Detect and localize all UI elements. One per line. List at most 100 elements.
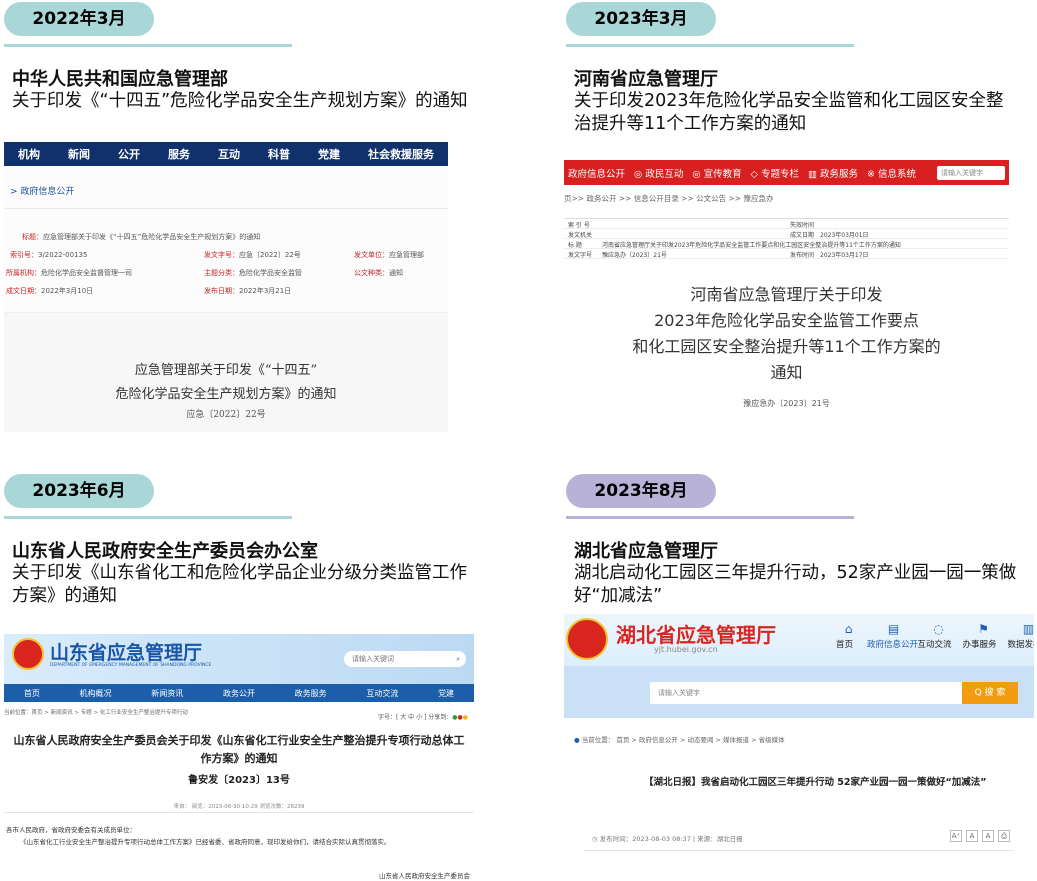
search-input[interactable]: 请输入关键字 xyxy=(650,682,962,704)
search-input[interactable]: 请输入关键字 xyxy=(937,166,1005,180)
site-english-name: DEPARTMENT OF EMERGENCY MANAGEMENT OF SH… xyxy=(50,663,212,668)
screenshot-shandong: 山东省应急管理厅 DEPARTMENT OF EMERGENCY MANAGEM… xyxy=(4,634,474,881)
font-increase-button[interactable]: A⁺ xyxy=(950,830,962,842)
nav-item[interactable]: ◇ 专题专栏 xyxy=(751,166,799,180)
clock-icon: ◷ xyxy=(592,835,598,843)
doc-heading-line: 通知 xyxy=(770,363,803,382)
nav-item[interactable]: ◎ 宣传教育 xyxy=(692,166,741,180)
font-size-share-tools[interactable]: 字号：[ 大 中 小 ] 分享到：●●● xyxy=(378,712,468,721)
top-nav: 机构 新闻 公开 服务 互动 科普 党建 社会救援服务 xyxy=(4,142,448,166)
paragraph: 《山东省化工行业安全生产整治提升专项行动总体工作方案》已经省委、省政府同意，现印… xyxy=(20,838,391,846)
site-name: 山东省应急管理厅 xyxy=(50,642,203,664)
national-emblem-icon xyxy=(566,618,608,660)
nav-item-gov-info[interactable]: ▤ 政府信息公开 xyxy=(867,620,918,650)
nav-item[interactable]: 社会救援服务 xyxy=(368,146,434,162)
nav-item-interaction[interactable]: ◌ 互动交流 xyxy=(916,620,961,650)
document-title: 关于印发《“十四五”危险化学品安全生产规划方案》的通知 xyxy=(12,91,468,111)
article-meta: ◷ 发布时间：2023-08-03 08:37 | 来源：湖北日报 xyxy=(592,835,743,843)
divider xyxy=(4,812,474,813)
meta-dept: 所属机构：危险化学品安全监督管理一司 xyxy=(6,269,132,277)
site-header: 山东省应急管理厅 DEPARTMENT OF EMERGENCY MANAGEM… xyxy=(4,634,474,684)
nav-item-services[interactable]: ⚑ 办事服务 xyxy=(961,620,1006,650)
nav-item[interactable]: 政务服务 xyxy=(295,688,327,699)
meta-issuer: 发文单位：应急管理部 xyxy=(354,251,424,259)
breadcrumb[interactable]: 页>> 政务公开 >> 信息公开目录 >> 公文公告 >> 豫应急办 xyxy=(564,193,773,204)
doc-heading-line1: 应急管理部关于印发《“十四五” xyxy=(134,363,318,378)
meta-published: 发布日期：2022年3月21日 xyxy=(204,287,292,295)
table-row: 发文字号 豫应急办〔2023〕21号 发布时间 2023年03月17日 xyxy=(564,249,1009,259)
breadcrumb[interactable]: 当前位置：首页 > 新闻资讯 > 专题 > 化工行业安全生产整治提升专项行动 xyxy=(4,708,188,716)
divider xyxy=(584,850,1014,851)
meta-created: 成文日期：2022年3月10日 xyxy=(6,287,94,295)
document-title: 关于印发《山东省化工和危险化学品企业分级分类监管工作方案》的通知 xyxy=(12,563,467,606)
doc-heading-line2: 危险化学品安全生产规划方案》的通知 xyxy=(115,387,337,402)
chat-icon: ◌ xyxy=(933,622,944,636)
doc-heading-line: 和化工园区安全整治提升等11个工作方案的 xyxy=(632,337,941,356)
organization-name: 山东省人民政府安全生产委员会办公室 xyxy=(12,541,318,562)
search-input[interactable]: 请输入关键词 ⌕ xyxy=(344,651,466,667)
table-row: 发文机关 成文日期 2023年03月01日 xyxy=(564,229,1009,239)
font-decrease-button[interactable]: A xyxy=(982,830,994,842)
breadcrumb[interactable]: ● 当前位置： 首页 > 政府信息公开 > 动态要闻 > 媒体报道 > 省级媒体 xyxy=(574,734,785,744)
nav-item[interactable]: 科普 xyxy=(268,146,290,162)
organization-name: 湖北省应急管理厅 xyxy=(574,541,718,562)
meta-doc-no: 发文字号：应急〔2022〕22号 xyxy=(204,251,301,259)
nav-item[interactable]: 互动 xyxy=(218,146,240,162)
nav-item[interactable]: ※ 信息系统 xyxy=(867,166,916,180)
nav-item[interactable]: 党建 xyxy=(318,146,340,162)
search-button[interactable]: Q 搜 索 xyxy=(962,682,1018,704)
document-icon: ▤ xyxy=(887,622,900,636)
divider xyxy=(4,516,292,519)
doc-number: 豫应急办〔2023〕21号 xyxy=(743,399,830,408)
site-name: 湖北省应急管理厅 xyxy=(616,623,776,647)
site-header: 湖北省应急管理厅 yjt.hubei.gov.cn ⌂ 首页 ▤ 政府信息公开 ◌ 互… xyxy=(564,614,1034,666)
signature: 山东省人民政府安全生产委员会 xyxy=(379,872,470,880)
breadcrumb[interactable]: > 政府信息公开 xyxy=(10,184,74,197)
divider xyxy=(4,44,292,47)
screenshot-mem: 机构 新闻 公开 服务 互动 科普 党建 社会救援服务 > 政府信息公开 标题：… xyxy=(4,142,448,432)
nav-item[interactable]: 公开 xyxy=(118,146,140,162)
screenshot-hubei: 湖北省应急管理厅 yjt.hubei.gov.cn ⌂ 首页 ▤ 政府信息公开 ◌ 互… xyxy=(564,614,1034,881)
nav-item[interactable]: 新闻 xyxy=(68,146,90,162)
doc-heading-line: 2023年危险化学品安全监管工作要点 xyxy=(654,311,919,330)
nav-item-home[interactable]: ⌂ 首页 xyxy=(826,620,871,650)
divider xyxy=(4,208,448,209)
document-heading: 河南省应急管理厅关于印发 2023年危险化学品安全监管工作要点 和化工园区安全整… xyxy=(564,282,1009,386)
nav-item[interactable]: 党建 xyxy=(438,688,454,699)
search-icon[interactable]: ⌕ xyxy=(456,651,460,667)
meta-topic: 主题分类：危险化学品安全监管 xyxy=(204,269,302,277)
organization-name: 中华人民共和国应急管理部 xyxy=(12,69,228,90)
nav-item[interactable]: 机构概况 xyxy=(80,688,112,699)
table-row: 标 题河南省应急管理厅关于印发2023年危险化学品安全监管工作要点和化工园区安全… xyxy=(564,239,1009,249)
nav-item[interactable]: 新闻资讯 xyxy=(151,688,183,699)
doc-number: 鲁安发〔2023〕13号 xyxy=(188,775,290,786)
print-icon[interactable]: ⎙ xyxy=(998,830,1010,842)
organization-name: 河南省应急管理厅 xyxy=(574,69,718,90)
nav-item[interactable]: ▥ 政务服务 xyxy=(808,166,858,180)
screenshot-henan: 政府信息公开 ◎ 政民互动 ◎ 宣传教育 ◇ 专题专栏 ▥ 政务服务 ※ 信息系… xyxy=(564,160,1009,412)
top-nav: ⌂首页 ▤政府信息公开 ◌互动交流 ⚑办事服务 ▥数据发布 xyxy=(826,620,1034,650)
date-badge: 2023年3月 xyxy=(566,2,716,36)
date-badge: 2023年8月 xyxy=(566,474,716,508)
document-title: 关于印发2023年危险化学品安全监管和化工园区安全整治提升等11个工作方案的通知 xyxy=(574,91,1004,134)
nav-item[interactable]: 政务公开 xyxy=(223,688,255,699)
nav-item[interactable]: 政府信息公开 xyxy=(568,166,625,180)
nav-item-data[interactable]: ▥数据发布 xyxy=(1006,620,1034,650)
document-body: 应急管理部关于印发《“十四五” 危险化学品安全生产规划方案》的通知 应急〔202… xyxy=(4,312,448,432)
font-size-controls: A⁺ A A ⎙ xyxy=(950,830,1010,842)
home-icon: ⌂ xyxy=(844,622,853,636)
article-info: 来自： 阅览：2023-06-30 10:29 浏览次数：28239 xyxy=(173,804,305,810)
nav-item[interactable]: 首页 xyxy=(24,688,40,699)
paragraph: 各市人民政府，省政府安委会有关成员单位： xyxy=(6,826,136,834)
nav-item[interactable]: 互动交流 xyxy=(366,688,398,699)
nav-item[interactable]: 服务 xyxy=(168,146,190,162)
article-title: 山东省人民政府安全生产委员会关于印发《山东省化工行业安全生产整治提升专项行动总体… xyxy=(13,734,465,765)
document-title: 湖北启动化工园区三年提升行动，52家产业园一园一策做好“加减法” xyxy=(574,563,1017,606)
nav-item[interactable]: ◎ 政民互动 xyxy=(634,166,683,180)
date-badge: 2022年3月 xyxy=(4,2,154,36)
meta-type: 公文种类：通知 xyxy=(354,269,403,277)
nav-item[interactable]: 机构 xyxy=(18,146,40,162)
bar-chart-icon: ▥ xyxy=(1022,622,1034,636)
meta-title: 标题：应急管理部关于印发《“十四五”危险化学品安全生产规划方案》的通知 xyxy=(22,233,261,241)
font-normal-button[interactable]: A xyxy=(966,830,978,842)
